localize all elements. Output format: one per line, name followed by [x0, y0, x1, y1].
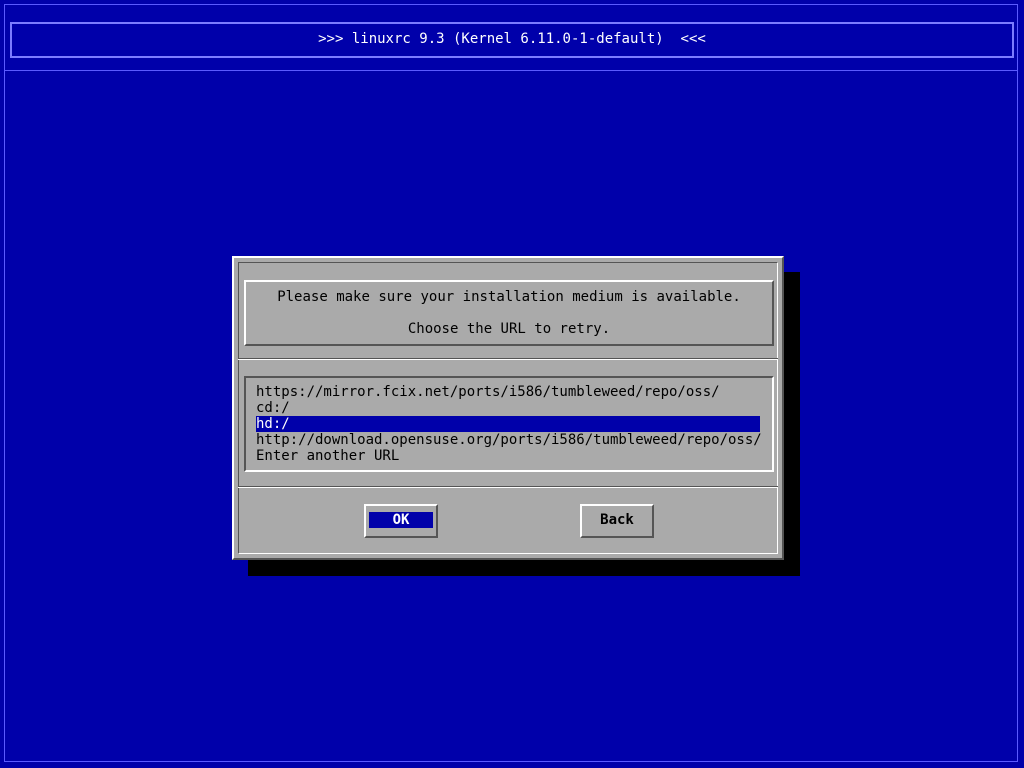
separator-bottom: [238, 486, 778, 488]
url-item-download[interactable]: http://download.opensuse.org/ports/i586/…: [256, 432, 762, 448]
ok-button-label: OK: [369, 512, 433, 528]
back-button-label: Back: [600, 512, 634, 528]
ok-button[interactable]: OK: [364, 504, 438, 538]
url-item-cd[interactable]: cd:/: [256, 400, 760, 416]
url-list[interactable]: https://mirror.fcix.net/ports/i586/tumbl…: [244, 376, 774, 472]
message-line-2: Choose the URL to retry.: [407, 321, 611, 337]
back-button[interactable]: Back: [580, 504, 654, 538]
title-separator: [4, 70, 1018, 71]
separator-top: [238, 358, 778, 360]
message-line-1: Please make sure your installation mediu…: [277, 289, 741, 305]
url-item-hd[interactable]: hd:/: [256, 416, 760, 432]
header-title: >>> linuxrc 9.3 (Kernel 6.11.0-1-default…: [318, 31, 706, 47]
retry-url-dialog: Please make sure your installation mediu…: [232, 256, 784, 560]
url-item-enter-another[interactable]: Enter another URL: [256, 448, 760, 464]
message-box: Please make sure your installation mediu…: [244, 280, 774, 346]
linuxrc-screen: >>> linuxrc 9.3 (Kernel 6.11.0-1-default…: [0, 0, 1024, 768]
url-item-mirror[interactable]: https://mirror.fcix.net/ports/i586/tumbl…: [256, 384, 760, 400]
